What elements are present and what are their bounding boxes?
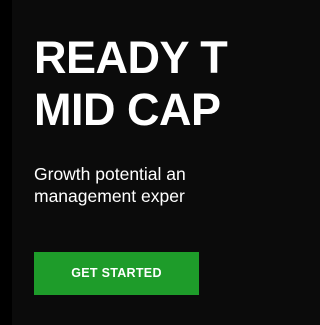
- subheadline-line-2: management exper: [34, 186, 185, 206]
- banner-left-edge: [0, 0, 12, 325]
- headline: READY T MID CAP: [34, 32, 228, 136]
- promo-banner: READY T MID CAP Growth potential an mana…: [0, 0, 240, 325]
- get-started-button[interactable]: GET STARTED: [34, 252, 199, 295]
- headline-line-1: READY T: [34, 32, 228, 83]
- headline-line-2: MID CAP: [34, 84, 221, 135]
- subheadline: Growth potential an management exper: [34, 163, 186, 207]
- subheadline-line-1: Growth potential an: [34, 164, 186, 184]
